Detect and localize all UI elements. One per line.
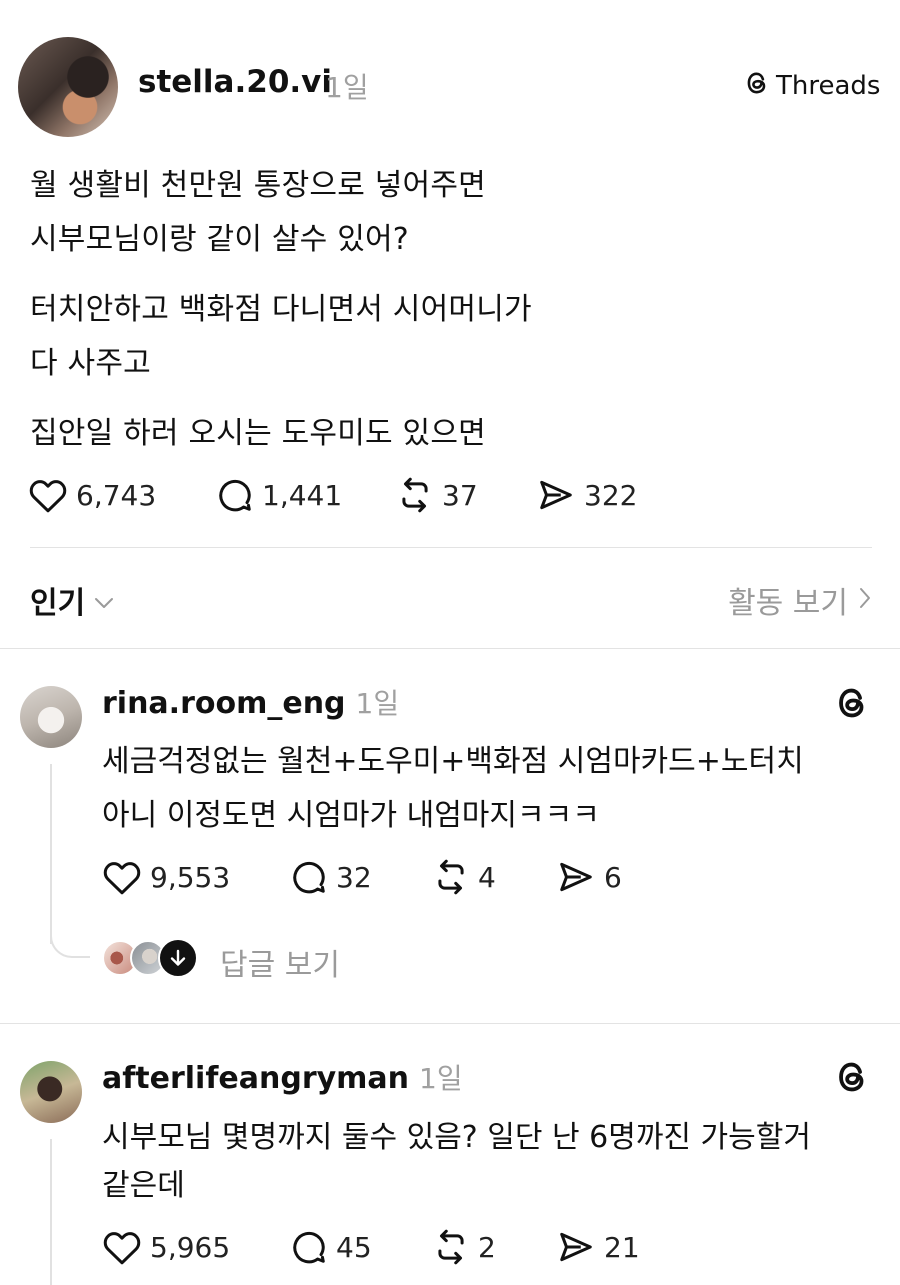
like-count: 6,743: [76, 478, 157, 512]
comment-icon: [290, 1228, 328, 1266]
share-button[interactable]: 322: [536, 476, 637, 514]
thread-connector: [50, 928, 90, 958]
author-username[interactable]: stella.20.vi: [138, 64, 332, 100]
reply-text-line: 시부모님 몇명까지 둘수 있음? 일단 난 6명까진 가능할거: [102, 1120, 811, 1155]
chevron-right-icon: [858, 583, 872, 618]
post-text-line: 집안일 하러 오시는 도우미도 있으면: [30, 416, 486, 451]
reply-header: rina.room_eng 1일: [102, 682, 399, 722]
heart-icon: [102, 1228, 142, 1266]
comment-button[interactable]: 45: [290, 1228, 372, 1266]
repost-icon: [396, 476, 434, 514]
threads-badge-label: Threads: [776, 71, 881, 101]
repost-button[interactable]: 4: [432, 858, 496, 896]
reply-header: afterlifeangryman 1일: [102, 1057, 463, 1097]
comment-count: 45: [336, 1230, 372, 1264]
reply-text-line: 같은데: [102, 1168, 185, 1203]
share-count: 21: [604, 1230, 640, 1264]
author-avatar[interactable]: [18, 37, 118, 137]
comment-count: 1,441: [262, 478, 343, 512]
share-icon: [556, 1228, 596, 1266]
reply-username[interactable]: rina.room_eng: [102, 686, 346, 721]
post-text-line: 다 사주고: [30, 346, 151, 381]
sort-dropdown[interactable]: 인기: [30, 578, 115, 622]
like-count: 9,553: [150, 860, 231, 894]
comment-icon: [290, 858, 328, 896]
arrow-down-icon[interactable]: [158, 938, 198, 978]
reply-avatar[interactable]: [20, 686, 82, 748]
view-activity-link[interactable]: 활동 보기: [728, 578, 872, 622]
share-icon: [536, 476, 576, 514]
repost-icon: [432, 1228, 470, 1266]
reply-text-line: 세금걱정없는 월천+도우미+백화점 시엄마카드+노터치: [102, 744, 804, 779]
reply-username[interactable]: afterlifeangryman: [102, 1061, 409, 1096]
heart-icon: [28, 476, 68, 514]
view-replies-link[interactable]: 답글 보기: [220, 940, 340, 984]
divider: [30, 547, 872, 548]
share-count: 6: [604, 860, 622, 894]
post-text-line: 터치안하고 백화점 다니면서 시어머니가: [30, 292, 532, 327]
like-button[interactable]: 9,553: [102, 858, 230, 896]
threads-logo-icon: [744, 69, 770, 104]
sort-label: 인기: [30, 586, 86, 621]
reply-time: 1일: [355, 687, 400, 720]
post-time: 1일: [325, 71, 369, 104]
like-button[interactable]: 5,965: [102, 1228, 230, 1266]
share-button[interactable]: 21: [556, 1228, 640, 1266]
view-activity-label: 활동 보기: [728, 586, 848, 621]
repost-count: 37: [442, 478, 478, 512]
chevron-down-icon: [93, 583, 115, 618]
share-count: 322: [584, 478, 638, 512]
repost-count: 2: [478, 1230, 496, 1264]
comment-button[interactable]: 32: [290, 858, 372, 896]
like-count: 5,965: [150, 1230, 231, 1264]
thread-line: [50, 1139, 52, 1285]
comment-count: 32: [336, 860, 372, 894]
repost-button[interactable]: 2: [432, 1228, 496, 1266]
divider: [0, 648, 900, 649]
share-button[interactable]: 6: [556, 858, 622, 896]
post-text-line: 시부모님이랑 같이 살수 있어?: [30, 222, 409, 257]
thread-line: [50, 764, 52, 944]
threads-badge[interactable]: Threads: [744, 70, 880, 102]
reply-text-line: 아니 이정도면 시엄마가 내엄마지ㅋㅋㅋ: [102, 798, 600, 833]
comment-icon: [216, 476, 254, 514]
heart-icon: [102, 858, 142, 896]
repost-icon: [432, 858, 470, 896]
reply-time: 1일: [419, 1062, 463, 1095]
share-icon: [556, 858, 596, 896]
divider: [0, 1023, 900, 1024]
post-text-line: 월 생활비 천만원 통장으로 넣어주면: [30, 168, 486, 203]
reply-avatar[interactable]: [20, 1061, 82, 1123]
like-button[interactable]: 6,743: [28, 476, 156, 514]
threads-logo-icon[interactable]: [834, 684, 870, 726]
threads-logo-icon[interactable]: [834, 1058, 870, 1100]
repost-button[interactable]: 37: [396, 476, 478, 514]
repost-count: 4: [478, 860, 496, 894]
comment-button[interactable]: 1,441: [216, 476, 342, 514]
